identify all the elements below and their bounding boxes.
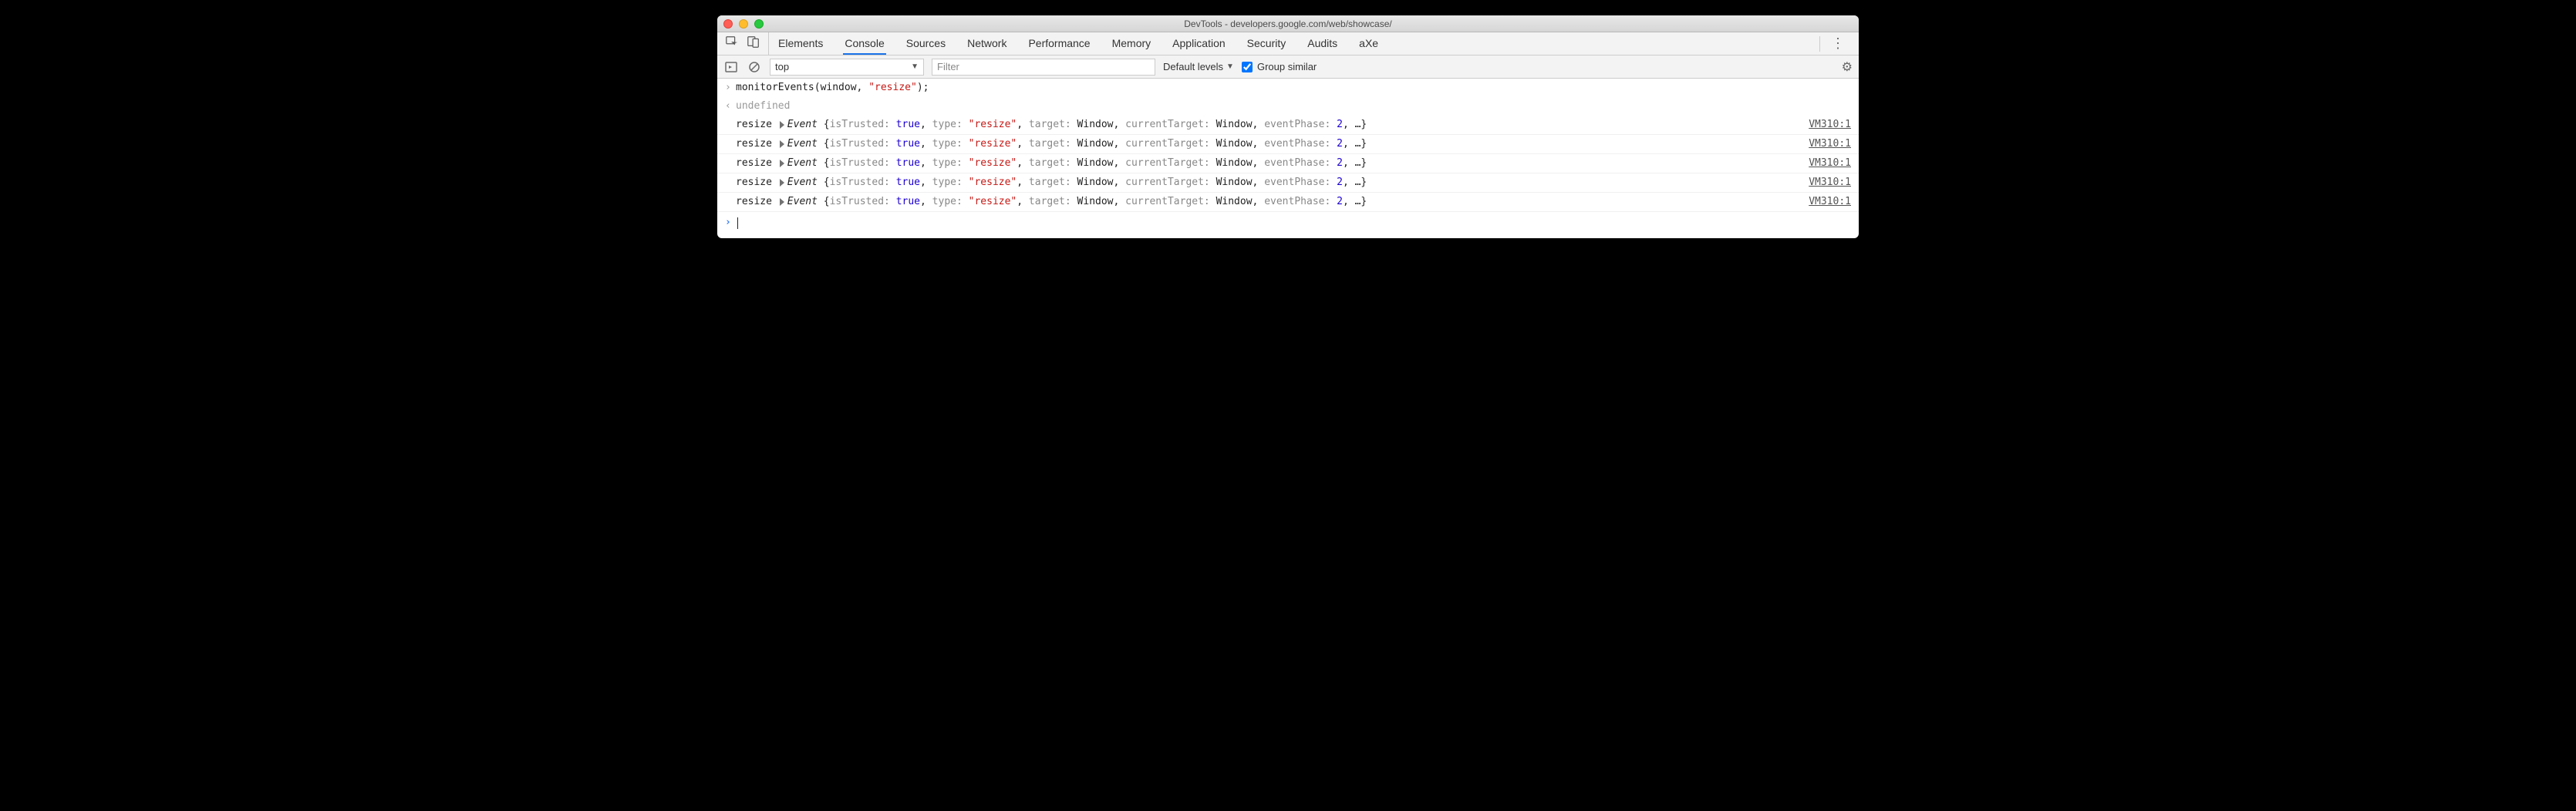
tab-console[interactable]: Console [843,32,885,55]
divider [1819,36,1820,52]
log-levels-select[interactable]: Default levels ▼ [1163,61,1234,72]
expand-triangle-icon[interactable] [780,198,784,206]
source-link[interactable]: VM310:1 [1809,117,1851,133]
source-link[interactable]: VM310:1 [1809,136,1851,152]
console-output-row: ‹ undefined [717,97,1859,116]
source-link[interactable]: VM310:1 [1809,194,1851,210]
console-log-row: resize Event {isTrusted: true, type: "re… [717,135,1859,154]
log-content[interactable]: resize Event {isTrusted: true, type: "re… [736,194,1799,210]
console-input-row: › monitorEvents(window, "resize"); [717,79,1859,97]
log-content[interactable]: resize Event {isTrusted: true, type: "re… [736,156,1799,171]
output-prompt-icon: ‹ [725,99,736,114]
inspect-tools [722,32,769,55]
kebab-menu-icon[interactable]: ⋮ [1828,35,1848,52]
source-link[interactable]: VM310:1 [1809,156,1851,171]
console-output-value: undefined [736,99,1851,114]
expand-triangle-icon[interactable] [780,179,784,187]
tab-elements[interactable]: Elements [777,32,824,55]
filter-input[interactable] [932,59,1155,76]
log-content[interactable]: resize Event {isTrusted: true, type: "re… [736,136,1799,152]
group-similar-checkbox[interactable] [1242,62,1253,72]
inspect-element-icon[interactable] [725,35,739,52]
group-similar-label: Group similar [1257,61,1317,72]
cursor [737,217,738,229]
tab-network[interactable]: Network [966,32,1008,55]
group-similar-toggle[interactable]: Group similar [1242,61,1317,72]
console-log-row: resize Event {isTrusted: true, type: "re… [717,193,1859,212]
expand-triangle-icon[interactable] [780,121,784,129]
caret-down-icon: ▼ [1226,62,1234,71]
clear-console-icon[interactable] [747,59,762,75]
tab-axe[interactable]: aXe [1357,32,1380,55]
execution-context-select[interactable]: top ▼ [770,59,924,76]
tab-application[interactable]: Application [1171,32,1227,55]
tab-security[interactable]: Security [1246,32,1288,55]
console-log-row: resize Event {isTrusted: true, type: "re… [717,173,1859,193]
log-content[interactable]: resize Event {isTrusted: true, type: "re… [736,175,1799,190]
tab-audits[interactable]: Audits [1306,32,1339,55]
console-body: › monitorEvents(window, "resize"); ‹ und… [717,79,1859,238]
panel-tabs-row: Elements Console Sources Network Performance… [717,32,1859,56]
tab-sources[interactable]: Sources [905,32,947,55]
console-log-row: resize Event {isTrusted: true, type: "re… [717,116,1859,135]
expand-triangle-icon[interactable] [780,140,784,148]
context-value: top [775,61,789,72]
tabs-right: ⋮ [1819,35,1854,52]
console-toolbar: top ▼ Default levels ▼ Group similar ⚙ [717,56,1859,79]
expand-triangle-icon[interactable] [780,160,784,167]
log-content[interactable]: resize Event {isTrusted: true, type: "re… [736,117,1799,133]
source-link[interactable]: VM310:1 [1809,175,1851,190]
window-title: DevTools - developers.google.com/web/sho… [717,19,1859,29]
levels-label: Default levels [1163,61,1223,72]
prompt-icon: › [725,215,736,231]
devtools-window: DevTools - developers.google.com/web/sho… [717,15,1859,238]
panel-tabs: Elements Console Sources Network Performance… [777,32,1380,55]
titlebar: DevTools - developers.google.com/web/sho… [717,15,1859,32]
input-prompt-icon: › [725,80,736,96]
console-prompt-row[interactable]: › [717,212,1859,238]
console-settings-icon[interactable]: ⚙ [1842,59,1853,75]
tab-memory[interactable]: Memory [1111,32,1153,55]
show-console-sidebar-icon[interactable] [723,59,739,75]
device-toolbar-icon[interactable] [747,35,760,52]
console-log-row: resize Event {isTrusted: true, type: "re… [717,154,1859,173]
tab-performance[interactable]: Performance [1027,32,1091,55]
caret-down-icon: ▼ [911,62,919,71]
console-input-content: monitorEvents(window, "resize"); [736,80,1851,96]
